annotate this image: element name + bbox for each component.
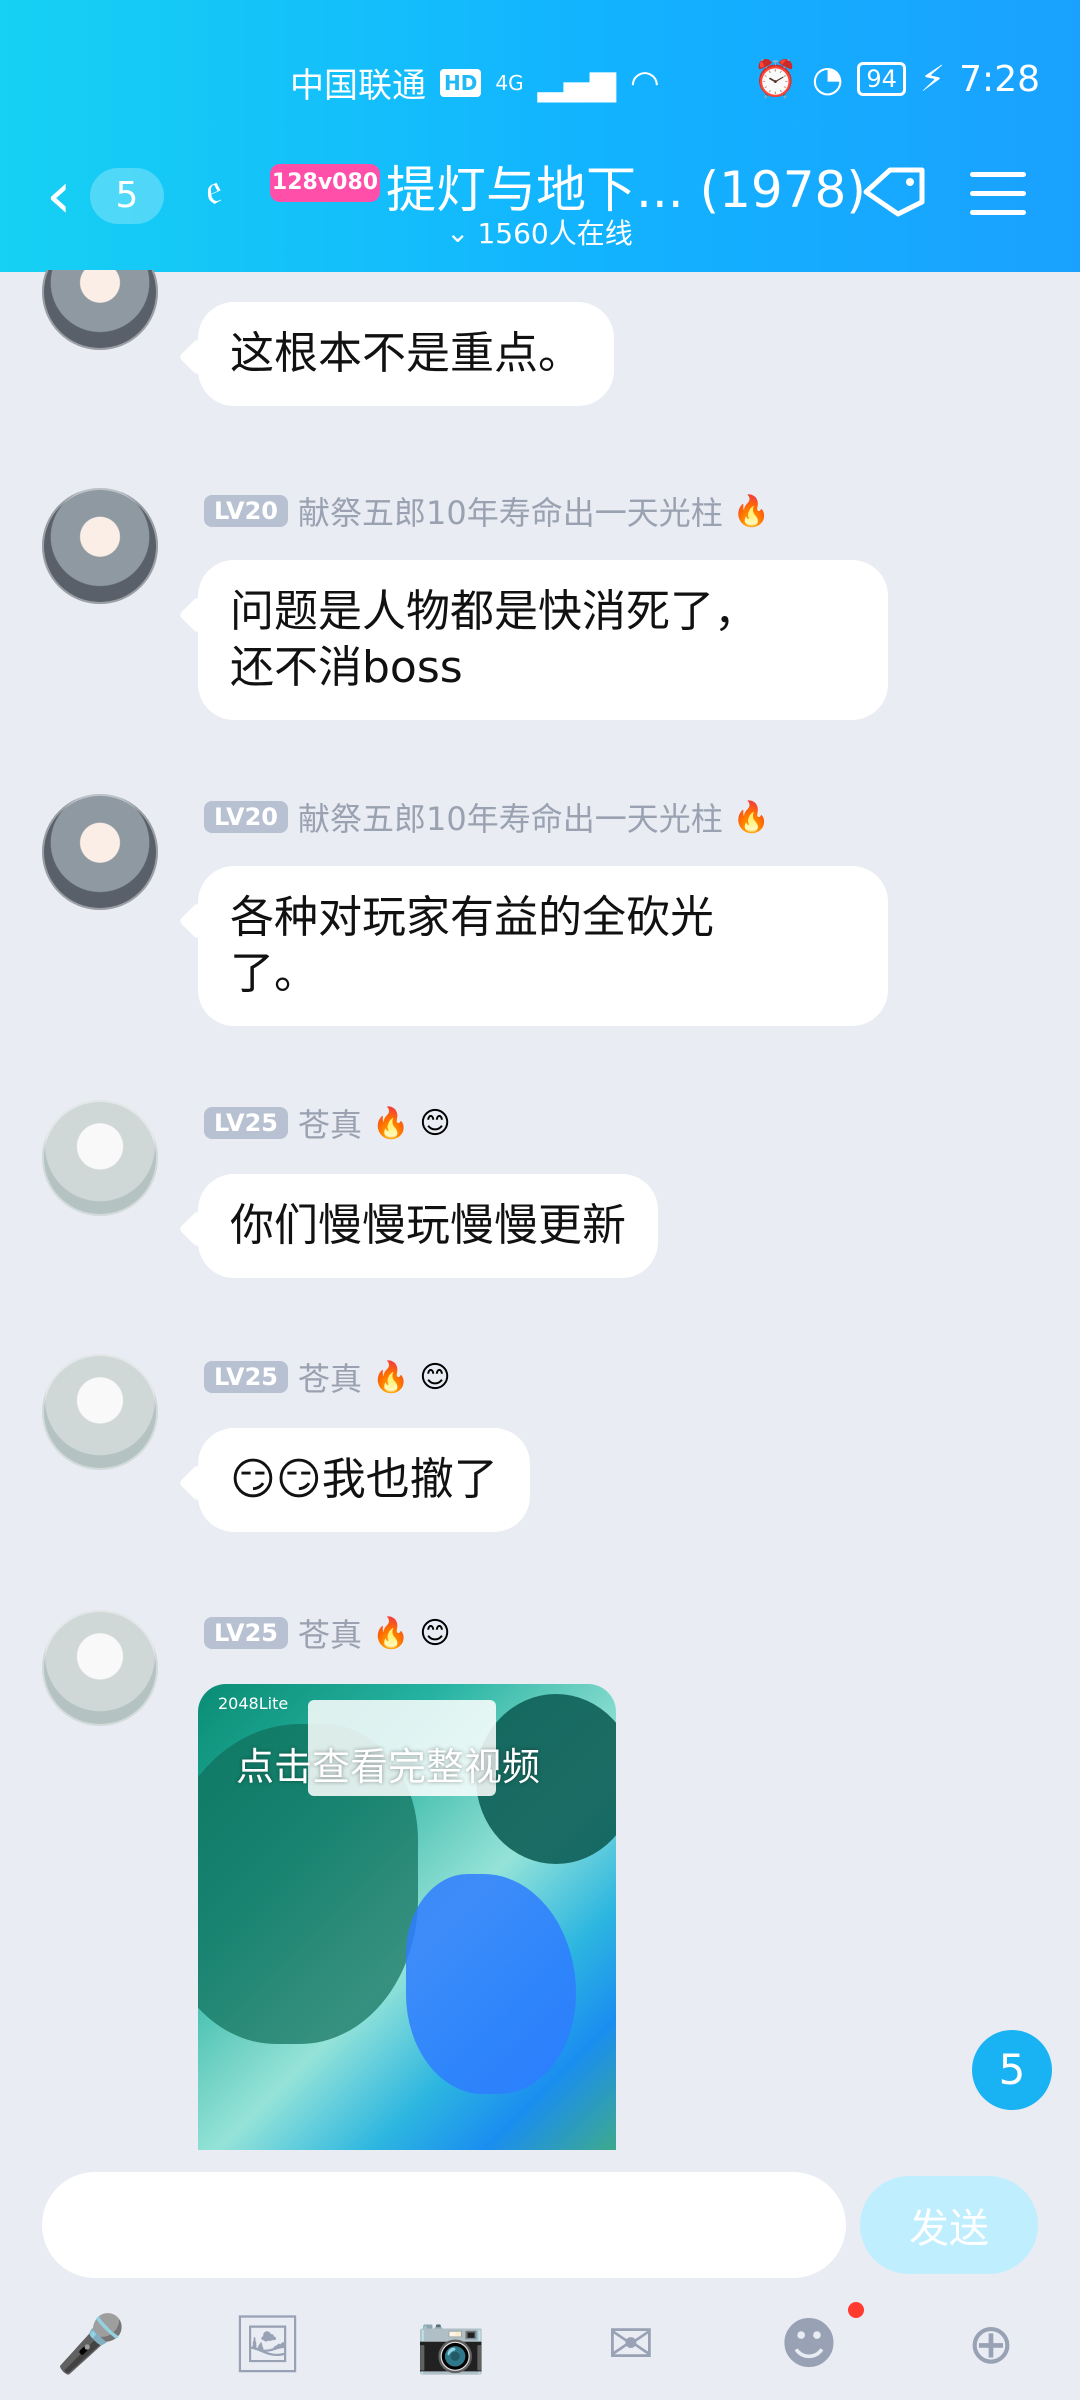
message-bubble[interactable]: 问题是人物都是快消死了， 还不消boss — [198, 560, 888, 720]
unread-floating-badge[interactable]: 5 — [972, 2030, 1052, 2110]
level-badge: LV20 — [204, 801, 288, 833]
ear-icon[interactable]: 𝔢 — [206, 164, 223, 215]
red-packet-icon[interactable]: ✉ — [596, 2310, 666, 2380]
hd-icon: HD — [440, 68, 482, 97]
flame-icon: 🔥 — [371, 1615, 410, 1651]
speed-icon: ◔ — [811, 58, 844, 100]
flame-icon: 🔥 — [732, 493, 771, 529]
microphone-icon[interactable]: 🎤 — [56, 2310, 126, 2380]
avatar[interactable] — [42, 1100, 158, 1216]
level-badge: LV20 — [204, 495, 288, 527]
online-count[interactable]: ⌄ 1560人在线 — [446, 212, 633, 252]
avatar[interactable] — [42, 488, 158, 604]
wifi-icon: ◠ — [630, 62, 660, 103]
video-message[interactable]: 2048Lite 点击查看完整视频 — [198, 1684, 616, 2150]
send-button[interactable]: 发送 — [860, 2176, 1038, 2274]
flame-icon: 🔥 — [371, 1105, 410, 1141]
message-bubble[interactable]: 你们慢慢玩慢慢更新 — [198, 1174, 658, 1278]
back-icon[interactable]: ‹ — [46, 164, 72, 228]
avatar[interactable] — [42, 1354, 158, 1470]
network-label: 4G — [495, 70, 524, 95]
sender-name[interactable]: 苍真 — [298, 1610, 362, 1656]
avatar[interactable] — [42, 1610, 158, 1726]
sender-name[interactable]: 苍真 — [298, 1100, 362, 1146]
message-input[interactable] — [42, 2172, 846, 2278]
status-bar-left: 中国联通 HD 4G ▂▄▆ ◠ — [290, 58, 660, 107]
smile-badge-icon: 😊 — [419, 1615, 451, 1651]
image-icon[interactable]: 🖼 — [232, 2310, 303, 2380]
carrier-label: 中国联通 — [290, 66, 426, 106]
sender-name[interactable]: 献祭五郎10年寿命出一天光柱 — [298, 488, 723, 534]
time-label: 7:28 — [959, 58, 1040, 100]
message-meta: LV25 苍真 🔥 😊 — [204, 1100, 451, 1146]
notification-dot — [848, 2302, 864, 2318]
message-meta: LV20 献祭五郎10年寿命出一天光柱 🔥 — [204, 488, 770, 534]
online-label: 1560人在线 — [477, 217, 633, 250]
message-meta: LV20 献祭五郎10年寿命出一天光柱 🔥 — [204, 794, 770, 840]
level-badge: LV25 — [204, 1361, 288, 1393]
status-bar-right: ⏰ ◔ 94 ⚡ 7:28 — [753, 58, 1040, 101]
signal-icon: ▂▄▆ — [537, 62, 617, 103]
message-bubble[interactable]: 😏😏我也撤了 — [198, 1428, 530, 1532]
message-meta: LV25 苍真 🔥 😊 — [204, 1354, 451, 1400]
back-unread-count[interactable]: 5 — [90, 168, 164, 224]
alarm-icon: ⏰ — [753, 59, 798, 100]
avatar[interactable] — [42, 794, 158, 910]
input-bar: 发送 🎤 🖼 📷 ✉ ☻ ⊕ — [0, 2150, 1080, 2400]
smile-badge-icon: 😊 — [419, 1105, 451, 1141]
sender-name[interactable]: 苍真 — [298, 1354, 362, 1400]
chevron-down-icon: ⌄ — [446, 215, 470, 249]
battery-icon: 94 — [857, 62, 906, 96]
level-badge: LV25 — [204, 1107, 288, 1139]
video-graphic — [406, 1874, 576, 2094]
flame-icon: 🔥 — [371, 1359, 410, 1395]
sender-name[interactable]: 献祭五郎10年寿命出一天光柱 — [298, 794, 723, 840]
smile-badge-icon: 😊 — [419, 1359, 451, 1395]
plus-icon[interactable]: ⊕ — [956, 2310, 1026, 2380]
tag-icon[interactable] — [856, 164, 932, 220]
group-badge: 128v080 — [270, 164, 380, 202]
message-bubble[interactable]: 这根本不是重点。 — [198, 302, 614, 406]
video-overlay-text[interactable]: 点击查看完整视频 — [236, 1736, 540, 1791]
level-badge: LV25 — [204, 1617, 288, 1649]
emoji-icon[interactable]: ☻ — [774, 2310, 844, 2380]
message-meta: LV25 苍真 🔥 😊 — [204, 1610, 451, 1656]
video-label: 2048Lite — [218, 1694, 289, 1713]
charging-icon: ⚡ — [919, 58, 946, 100]
chat-header: 中国联通 HD 4G ▂▄▆ ◠ ⏰ ◔ 94 ⚡ 7:28 ‹ 5 𝔢 128… — [0, 0, 1080, 272]
flame-icon: 🔥 — [732, 799, 771, 835]
camera-icon[interactable]: 📷 — [416, 2310, 486, 2380]
message-bubble[interactable]: 各种对玩家有益的全砍光 了。 — [198, 866, 888, 1026]
menu-icon[interactable] — [970, 172, 1026, 216]
